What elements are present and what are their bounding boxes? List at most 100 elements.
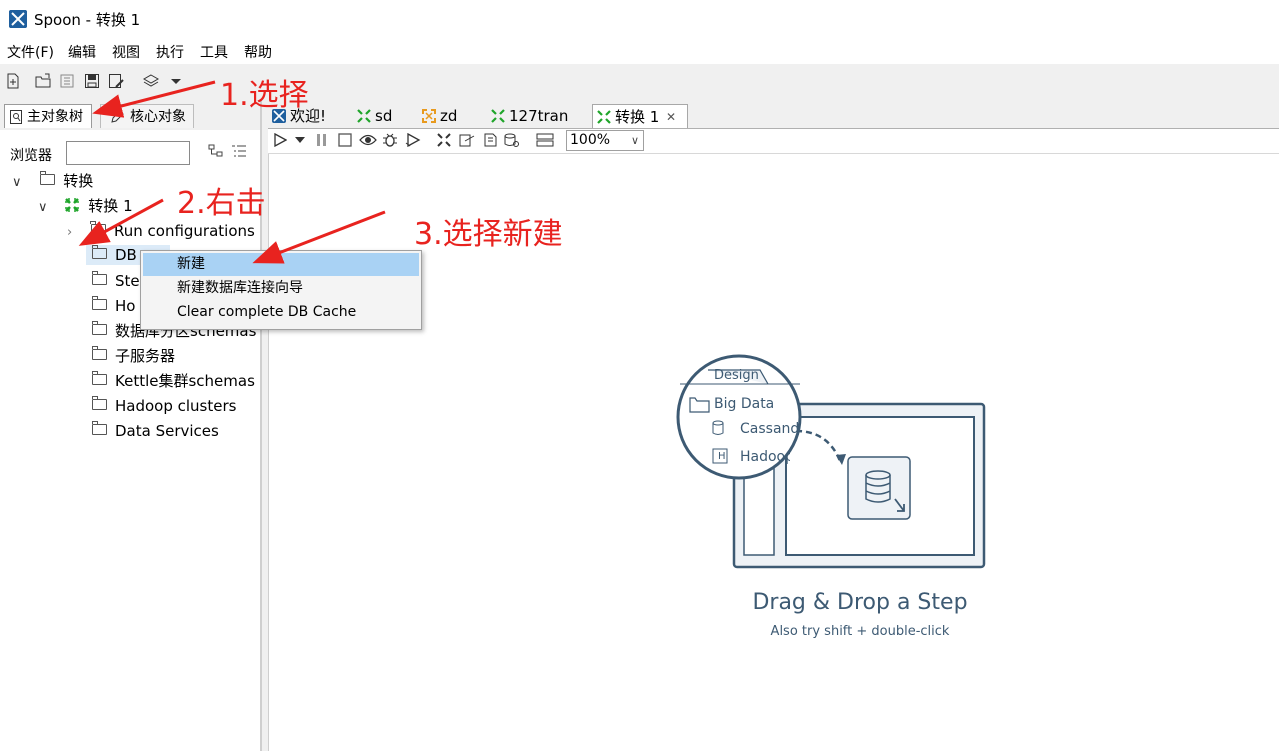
window-title: Spoon - 转换 1 — [34, 11, 141, 29]
menu-file[interactable]: 文件(F) — [7, 42, 54, 62]
menu-help[interactable]: 帮助 — [244, 42, 272, 62]
tree-label-slave-servers: 子服务器 — [115, 347, 176, 365]
folder-icon — [39, 171, 56, 185]
tab-main-object-tree[interactable]: 主对象树 — [4, 104, 92, 128]
transformation-icon — [65, 197, 80, 212]
save-as-icon[interactable] — [108, 73, 124, 89]
tab-transform-1[interactable]: 转换 1 ✕ — [592, 104, 688, 128]
annotation-step-3: 3.选择新建 — [414, 217, 563, 252]
tab-zd-label: zd — [440, 107, 458, 125]
tree-label-transform-1: 转换 1 — [88, 197, 133, 215]
folder-icon — [91, 296, 107, 310]
preview-eye-icon[interactable] — [359, 133, 377, 147]
folder-icon — [91, 321, 107, 335]
folder-icon — [91, 396, 107, 410]
magnifier-icon — [10, 110, 22, 124]
menu-run[interactable]: 执行 — [156, 42, 184, 62]
tree-node-run-configurations[interactable]: › Run configurations — [67, 221, 255, 241]
tab-main-object-tree-label: 主对象树 — [27, 109, 83, 125]
canvas-toolbar — [268, 129, 1279, 154]
zoom-select[interactable]: 100% ∨ — [566, 130, 644, 151]
tab-zd[interactable]: zd — [418, 104, 484, 128]
chevron-down-icon[interactable] — [168, 73, 184, 89]
tree-node-hadoop-clusters[interactable]: Hadoop clusters — [91, 396, 237, 416]
stop-icon[interactable] — [338, 133, 352, 147]
tree-label-cluster-schemas: Kettle集群schemas — [115, 372, 255, 390]
folder-icon — [91, 371, 107, 385]
folder-icon — [91, 421, 107, 435]
layers-icon[interactable] — [143, 73, 159, 89]
chevron-right-icon[interactable]: › — [67, 225, 72, 240]
transformation-icon — [357, 109, 371, 123]
transformation-icon — [597, 110, 611, 124]
tab-sd-label: sd — [375, 107, 393, 125]
ctx-item-clear-db-cache[interactable]: Clear complete DB Cache — [143, 301, 419, 324]
drag-drop-title: Drag & Drop a Step — [752, 590, 968, 615]
tree-node-data-services[interactable]: Data Services — [91, 421, 219, 441]
title-bar: Spoon - 转换 1 — [0, 0, 1279, 38]
explore-db-icon[interactable] — [504, 132, 520, 148]
cassandra-label: Cassandr — [740, 421, 800, 437]
sql-icon[interactable] — [482, 132, 498, 148]
tree-label-data-services: Data Services — [115, 422, 219, 440]
tree-node-transformations[interactable]: ∨ 转换 — [12, 171, 93, 191]
tree-node-cluster-schemas[interactable]: Kettle集群schemas — [91, 371, 255, 391]
context-menu: 新建 新建数据库连接向导 Clear complete DB Cache — [140, 250, 422, 330]
menu-tools[interactable]: 工具 — [200, 42, 228, 62]
folder-icon — [90, 221, 106, 235]
chevron-down-icon[interactable]: ∨ — [631, 131, 639, 150]
browser-label: 浏览器 — [10, 148, 52, 164]
run-icon[interactable] — [273, 133, 287, 147]
results-panel-icon[interactable] — [536, 132, 554, 148]
ctx-item-new-db-wizard[interactable]: 新建数据库连接向导 — [143, 277, 419, 300]
tab-transform-1-label: 转换 1 — [615, 108, 660, 126]
close-icon[interactable]: ✕ — [666, 105, 676, 129]
tree-label-run-configurations: Run configurations — [113, 222, 255, 240]
annotation-step-2: 2.右击 — [177, 186, 266, 221]
folder-icon — [91, 346, 107, 360]
drag-drop-illustration — [676, 354, 986, 569]
tree-node-steps[interactable]: Ste — [91, 271, 140, 291]
tab-127tran-label: 127tran — [509, 107, 569, 125]
hadoop-h-icon: H — [718, 451, 726, 462]
collapse-tree-icon[interactable] — [208, 144, 224, 158]
tree-node-slave-servers[interactable]: 子服务器 — [91, 346, 176, 366]
chevron-down-icon[interactable] — [295, 137, 305, 144]
chevron-down-icon[interactable]: ∨ — [38, 200, 48, 215]
tree-label-hadoop-clusters: Hadoop clusters — [115, 397, 237, 415]
browser-search-input[interactable] — [66, 141, 190, 165]
drag-drop-subtitle: Also try shift + double-click — [770, 624, 950, 639]
open-folder-icon[interactable] — [35, 73, 51, 89]
new-file-icon[interactable] — [5, 73, 21, 89]
menu-view[interactable]: 视图 — [112, 42, 140, 62]
job-icon — [422, 109, 436, 123]
verify-icon[interactable] — [436, 132, 452, 148]
chevron-down-icon[interactable]: ∨ — [12, 175, 22, 190]
tab-127tran[interactable]: 127tran — [487, 104, 589, 128]
replay-icon[interactable] — [405, 133, 421, 147]
ctx-item-new[interactable]: 新建 — [143, 253, 419, 276]
tree-node-hops[interactable]: Ho — [91, 296, 135, 316]
tab-core-objects[interactable]: 核心对象 — [100, 104, 194, 128]
explore-icon[interactable] — [59, 73, 75, 89]
tree-label-db-connections: DB — [115, 246, 137, 264]
folder-icon — [91, 245, 107, 259]
analyze-impact-icon[interactable] — [459, 132, 475, 148]
transformation-icon — [491, 109, 505, 123]
expand-tree-icon[interactable] — [231, 144, 247, 158]
menu-edit[interactable]: 编辑 — [68, 42, 96, 62]
tab-sd[interactable]: sd — [353, 104, 415, 128]
tab-core-objects-label: 核心对象 — [130, 109, 186, 125]
annotation-step-1: 1.选择 — [220, 78, 309, 113]
pencil-icon — [111, 110, 124, 123]
menu-bar: 文件(F) 编辑 视图 执行 工具 帮助 — [0, 38, 1279, 64]
tree-node-transform-1[interactable]: ∨ 转换 1 — [38, 196, 133, 216]
hadoop-label: Hadoop — [740, 449, 790, 465]
tree-label-transformations: 转换 — [63, 172, 94, 190]
tree-label-steps: Ste — [115, 272, 140, 290]
pause-icon[interactable] — [316, 133, 328, 147]
save-icon[interactable] — [84, 73, 100, 89]
debug-bug-icon[interactable] — [382, 132, 398, 148]
folder-icon — [91, 271, 107, 285]
design-tab-label: Design — [714, 368, 759, 383]
